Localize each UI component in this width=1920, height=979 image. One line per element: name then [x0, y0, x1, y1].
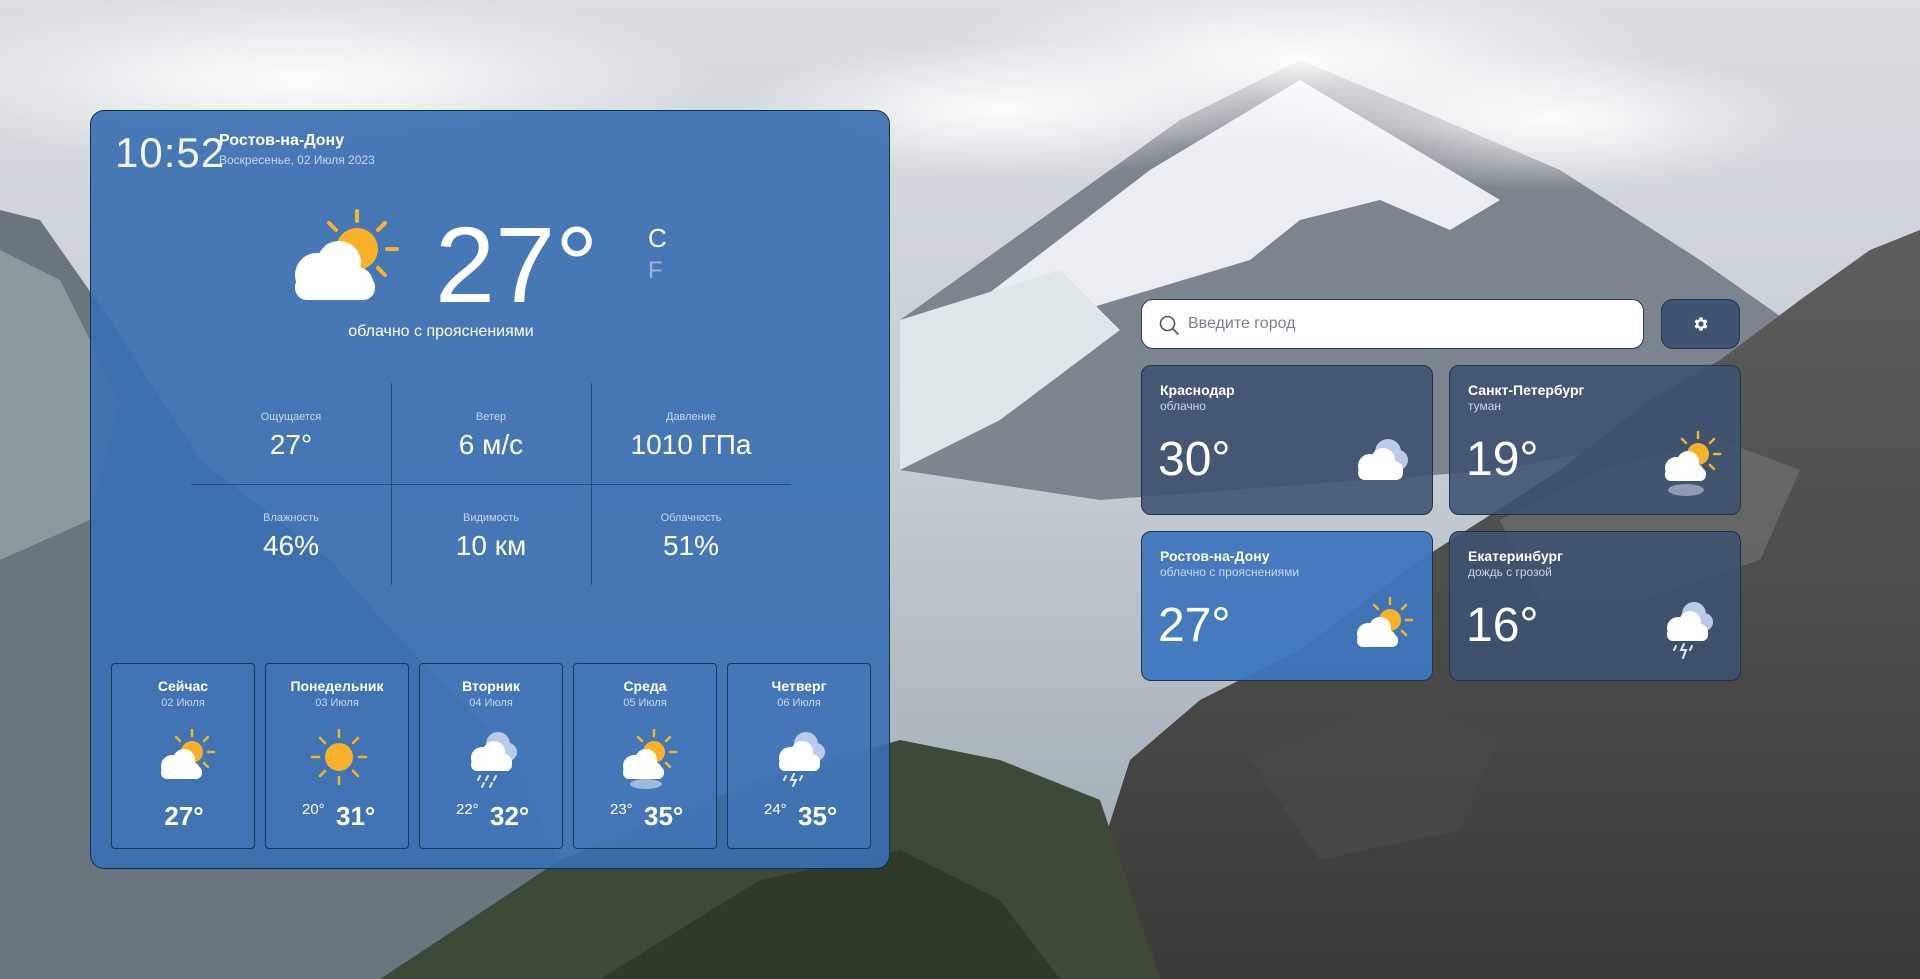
- forecast-day-date: 03 Июля: [315, 697, 359, 709]
- city-card-krasnodar[interactable]: Краснодар облачно 30°: [1141, 365, 1433, 515]
- stat-cloudiness: Облачность 51%: [591, 484, 791, 585]
- forecast-row: Сейчас 02 Июля 27° Понедельник 03 Июля 2…: [111, 663, 871, 849]
- forecast-day-card[interactable]: Вторник 04 Июля 22° 32°: [419, 663, 563, 849]
- forecast-max-temp: 27°: [164, 801, 204, 831]
- stat-pressure: Давление 1010 ГПа: [591, 383, 791, 484]
- forecast-day-name: Понедельник: [290, 678, 384, 694]
- current-description: облачно с прояснениями: [348, 323, 534, 340]
- city-card-yekaterinburg[interactable]: Екатеринбург дождь с грозой 16°: [1449, 531, 1741, 681]
- forecast-min-temp: 23°: [610, 801, 633, 818]
- stat-value: 10 км: [455, 530, 527, 561]
- city-name: Ростов-на-Дону: [1160, 548, 1270, 564]
- storm-cloud-icon: [779, 732, 825, 787]
- forecast-day-card[interactable]: Понедельник 03 Июля 20° 31°: [265, 663, 409, 849]
- current-date: Воскресенье, 02 Июля 2023: [219, 153, 375, 167]
- stat-label: Ветер: [475, 411, 507, 423]
- forecast-min-temp: 20°: [302, 801, 325, 818]
- city-description: дождь с грозой: [1468, 565, 1552, 579]
- storm-cloud-icon: [1667, 602, 1713, 659]
- forecast-day-card[interactable]: Четверг 06 Июля 24° 35°: [727, 663, 871, 849]
- city-description: облачно: [1160, 399, 1206, 413]
- stat-value: 1010 ГПа: [630, 429, 752, 460]
- stat-wind: Ветер 6 м/с: [391, 383, 591, 484]
- gear-icon: [1694, 317, 1707, 331]
- city-temperature: 19°: [1466, 433, 1539, 486]
- search-input[interactable]: [1188, 300, 1628, 348]
- sun-fog-icon: [623, 728, 678, 789]
- sun-icon: [310, 728, 368, 786]
- stat-value: 6 м/с: [458, 429, 524, 460]
- current-temperature: 27°: [435, 204, 599, 325]
- forecast-day-date: 05 Июля: [623, 697, 667, 709]
- stat-label: Облачность: [660, 512, 722, 524]
- partly-cloudy-icon: [161, 728, 216, 779]
- weather-stats-grid: Ощущается 27° Ветер 6 м/с Давление 1010 …: [191, 383, 791, 585]
- settings-button[interactable]: [1661, 299, 1740, 349]
- unit-celsius-toggle[interactable]: C: [648, 223, 667, 254]
- clouds-icon: [1358, 439, 1408, 480]
- forecast-day-name: Среда: [623, 678, 667, 694]
- stat-feels-like: Ощущается 27°: [191, 383, 391, 484]
- forecast-max-temp: 35°: [798, 801, 838, 831]
- forecast-day-card[interactable]: Среда 05 Июля 23° 35°: [573, 663, 717, 849]
- stat-value: 46%: [262, 530, 320, 561]
- main-weather-card: 10:52 Ростов-на-Дону Воскресенье, 02 Июл…: [90, 110, 890, 869]
- city-temperature: 16°: [1466, 599, 1539, 652]
- current-city-name: Ростов-на-Дону: [219, 132, 345, 149]
- current-time: 10:52: [115, 129, 226, 176]
- city-name: Екатеринбург: [1468, 548, 1563, 564]
- forecast-day-date: 02 Июля: [161, 697, 205, 709]
- sun-fog-icon: [1665, 430, 1722, 496]
- forecast-max-temp: 31°: [336, 801, 376, 831]
- stat-label: Видимость: [463, 512, 519, 524]
- partly-cloudy-icon: [295, 209, 399, 300]
- stat-label: Ощущается: [260, 411, 322, 423]
- stat-value: 51%: [662, 530, 720, 561]
- search-icon: [1159, 315, 1179, 335]
- forecast-max-temp: 32°: [490, 801, 530, 831]
- forecast-min-temp: 24°: [764, 801, 787, 818]
- forecast-day-card[interactable]: Сейчас 02 Июля 27°: [111, 663, 255, 849]
- stat-visibility: Видимость 10 км: [391, 484, 591, 585]
- rain-cloud-icon: [471, 732, 517, 788]
- forecast-day-name: Сейчас: [157, 678, 209, 694]
- forecast-max-temp: 35°: [644, 801, 684, 831]
- partly-cloudy-icon: [1357, 596, 1414, 647]
- city-search-box: [1141, 299, 1644, 349]
- forecast-min-temp: 22°: [456, 801, 479, 818]
- city-temperature: 30°: [1158, 433, 1231, 486]
- city-description: туман: [1468, 399, 1502, 413]
- forecast-day-date: 06 Июля: [777, 697, 821, 709]
- city-name: Санкт-Петербург: [1468, 382, 1585, 398]
- unit-fahrenheit-toggle[interactable]: F: [648, 257, 663, 285]
- city-card-saint-petersburg[interactable]: Санкт-Петербург туман 19°: [1449, 365, 1741, 515]
- stat-humidity: Влажность 46%: [191, 484, 391, 585]
- forecast-day-name: Четверг: [771, 678, 827, 694]
- forecast-day-date: 04 Июля: [469, 697, 513, 709]
- stat-label: Влажность: [263, 512, 319, 524]
- city-temperature: 27°: [1158, 599, 1231, 652]
- stat-label: Давление: [665, 411, 717, 423]
- city-name: Краснодар: [1160, 382, 1235, 398]
- stat-value: 27°: [269, 429, 313, 460]
- city-card-rostov-on-don[interactable]: Ростов-на-Дону облачно с прояснениями 27…: [1141, 531, 1433, 681]
- forecast-day-name: Вторник: [462, 678, 520, 694]
- city-description: облачно с прояснениями: [1160, 565, 1300, 579]
